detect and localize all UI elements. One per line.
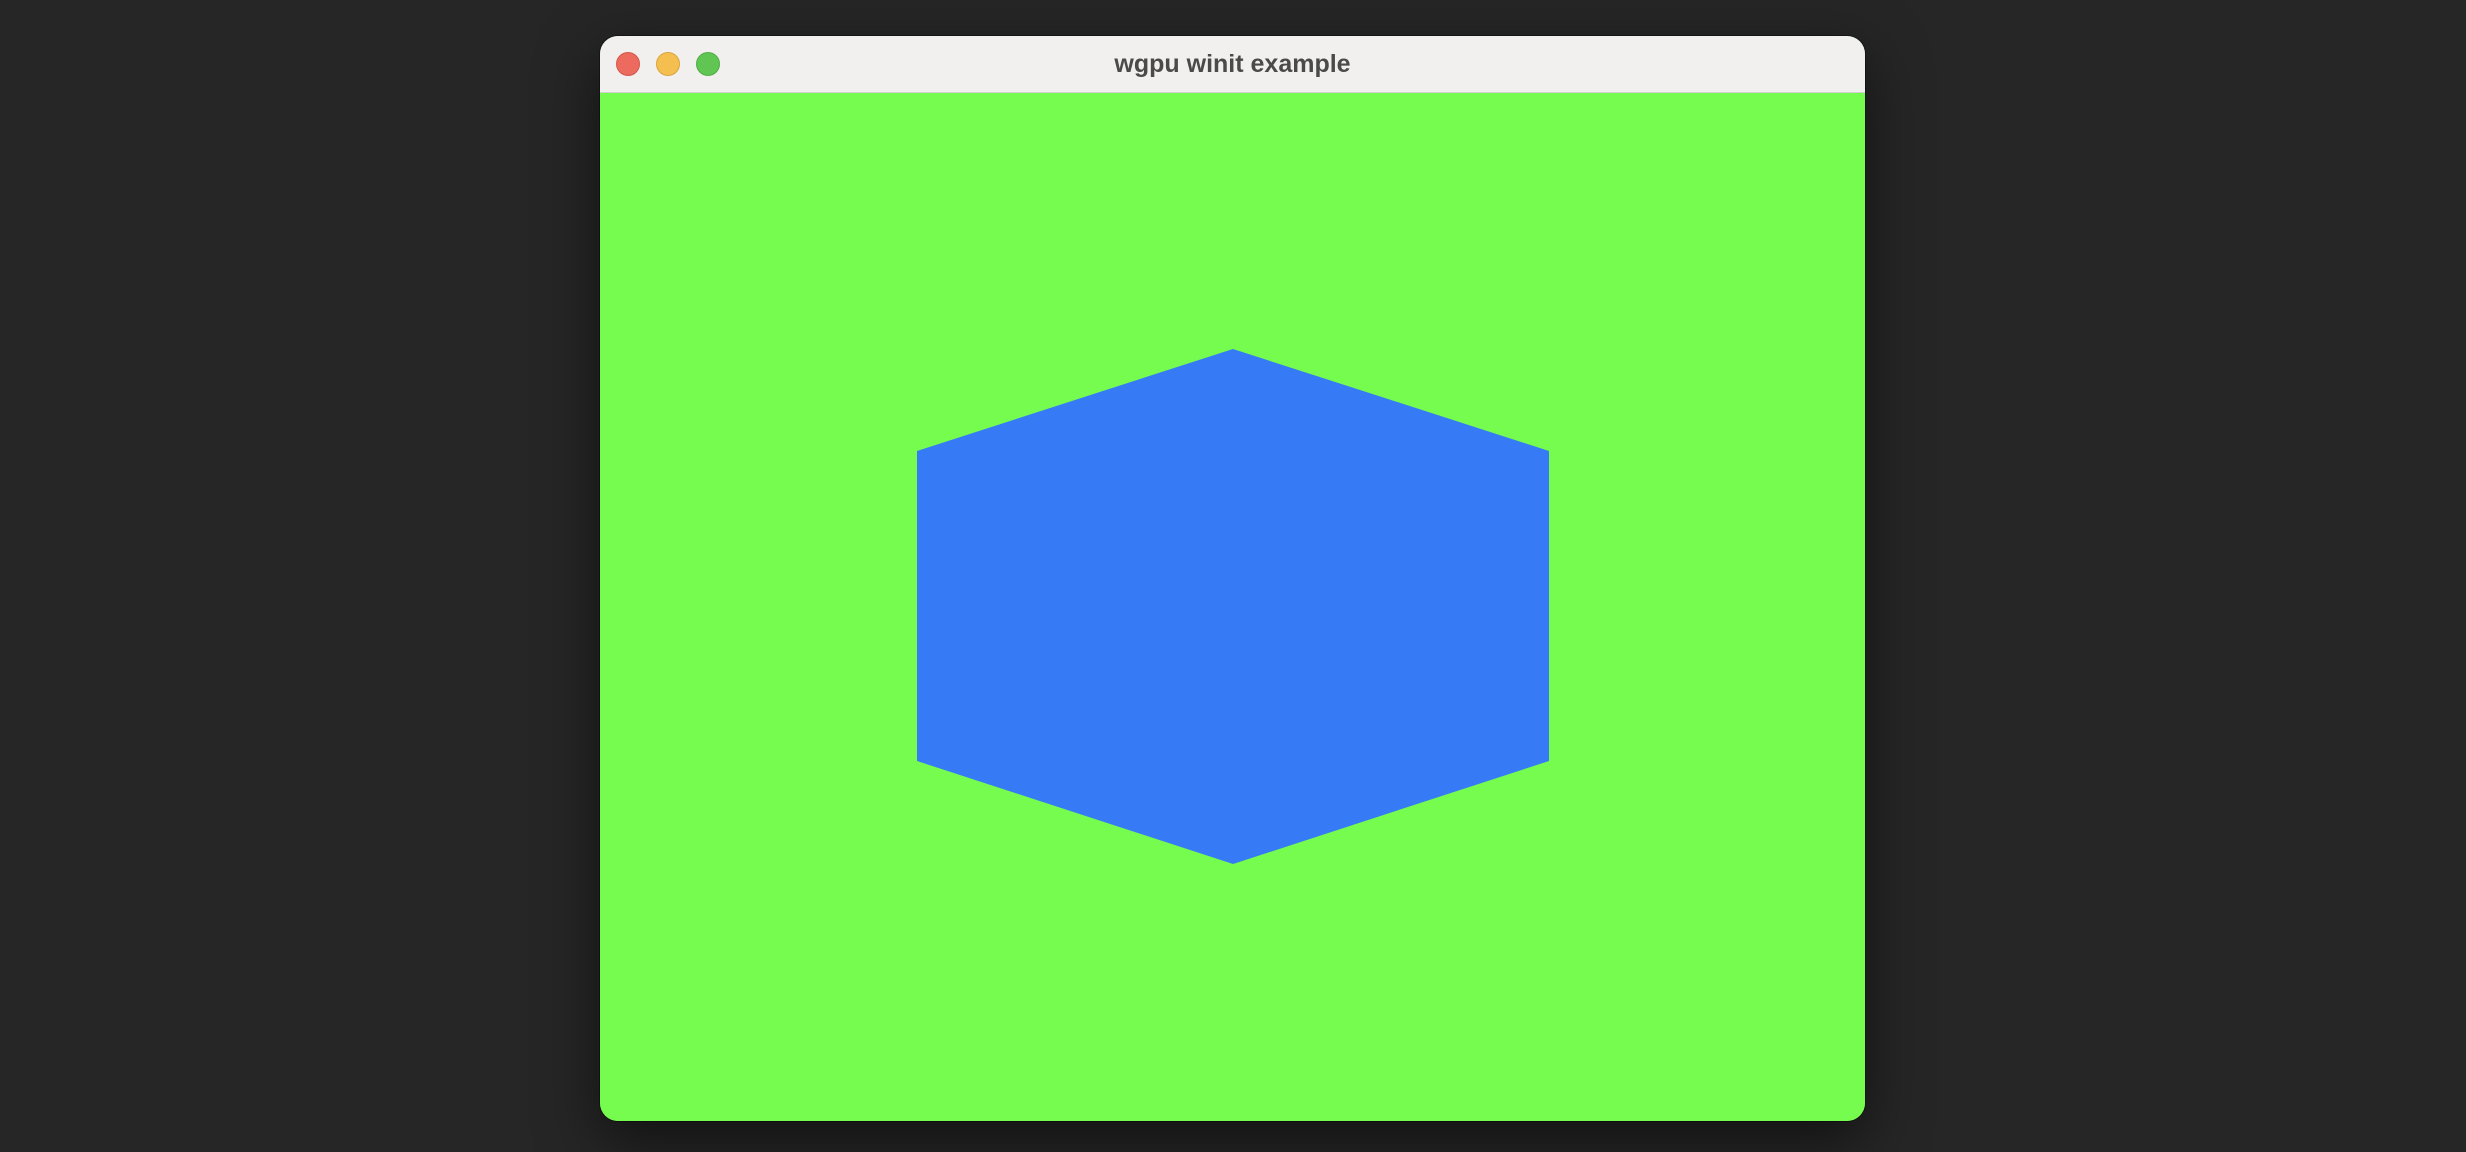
render-canvas[interactable] bbox=[600, 93, 1865, 1121]
window-titlebar[interactable]: wgpu winit example bbox=[600, 36, 1865, 93]
window-title: wgpu winit example bbox=[1114, 50, 1351, 78]
desktop-background: wgpu winit example bbox=[0, 0, 2466, 1152]
close-window-button[interactable] bbox=[616, 52, 640, 76]
maximize-window-button[interactable] bbox=[696, 52, 720, 76]
minimize-window-button[interactable] bbox=[656, 52, 680, 76]
scene-svg bbox=[917, 349, 1549, 864]
app-window: wgpu winit example bbox=[600, 36, 1865, 1121]
hexagon-shape bbox=[917, 349, 1549, 864]
